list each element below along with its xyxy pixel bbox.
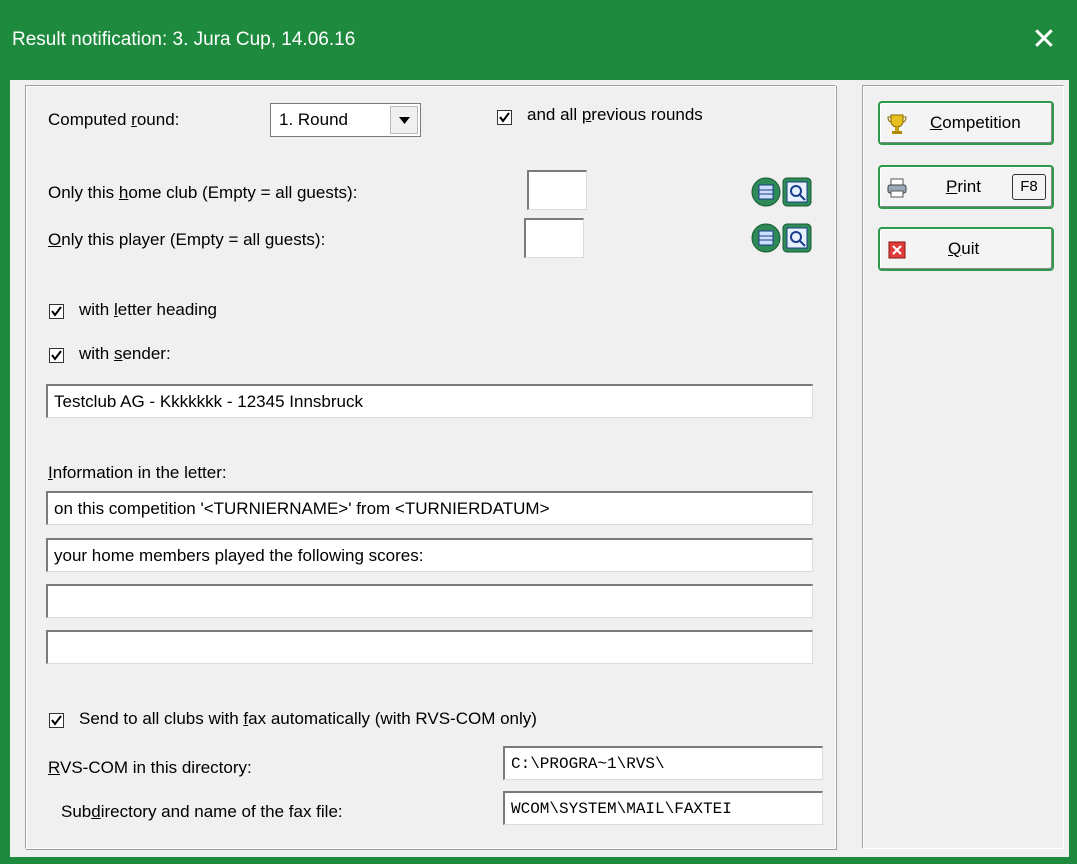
fax-auto-label: Send to all clubs with fax automatically… <box>79 709 537 728</box>
fax-file-label: Subdirectory and name of the fax file: <box>61 802 343 821</box>
close-icon[interactable]: ✕ <box>1011 0 1077 80</box>
sender-input[interactable]: Testclub AG - Kkkkkkk - 12345 Innsbruck <box>46 384 813 418</box>
close-red-icon <box>886 239 908 261</box>
fax-auto-checkbox[interactable] <box>49 713 64 728</box>
print-button[interactable]: Print F8 <box>878 165 1054 209</box>
rvs-dir-input[interactable]: C:\PROGRA~1\RVS\ <box>503 746 823 780</box>
search-icon[interactable] <box>782 177 812 207</box>
fax-file-input[interactable]: WCOM\SYSTEM\MAIL\FAXTEI <box>503 791 823 825</box>
window-frame-right <box>1069 80 1077 864</box>
home-club-label: Only this home club (Empty = all guests)… <box>48 183 358 202</box>
info-line-3-input[interactable] <box>46 584 813 618</box>
title-bar: Result notification: 3. Jura Cup, 14.06.… <box>0 0 1077 80</box>
home-club-input[interactable] <box>527 170 587 210</box>
print-shortcut-badge: F8 <box>1012 174 1046 200</box>
computed-round-value: 1. Round <box>279 110 348 129</box>
chevron-down-icon[interactable] <box>390 106 418 134</box>
info-label: Information in the letter: <box>48 463 227 482</box>
competition-button[interactable]: Competition <box>878 101 1054 145</box>
letter-heading-label: with letter heading <box>79 300 217 319</box>
computed-round-label: Computed round: <box>48 110 180 129</box>
letter-heading-checkbox[interactable] <box>49 304 64 319</box>
window-frame-bottom <box>0 857 1077 864</box>
sender-label: with sender: <box>79 344 171 363</box>
competition-button-label: Competition <box>930 113 1021 132</box>
printer-icon <box>886 177 908 199</box>
player-label: Only this player (Empty = all guests): <box>48 230 326 249</box>
trophy-icon <box>886 113 908 135</box>
computed-round-select[interactable]: 1. Round <box>270 103 421 137</box>
list-icon[interactable] <box>751 223 781 253</box>
window-frame-left <box>0 80 10 864</box>
info-line-1-input[interactable]: on this competition '<TURNIERNAME>' from… <box>46 491 813 525</box>
quit-button-label: Quit <box>948 239 980 258</box>
window-title: Result notification: 3. Jura Cup, 14.06.… <box>12 29 356 50</box>
quit-button[interactable]: Quit <box>878 227 1054 271</box>
info-line-2-input[interactable]: your home members played the following s… <box>46 538 813 572</box>
print-button-label: Print <box>946 177 981 196</box>
info-line-4-input[interactable] <box>46 630 813 664</box>
list-icon[interactable] <box>751 177 781 207</box>
sender-checkbox[interactable] <box>49 348 64 363</box>
all-previous-checkbox[interactable] <box>497 110 512 125</box>
rvs-dir-label: RVS-COM in this directory: <box>48 758 252 777</box>
search-icon[interactable] <box>782 223 812 253</box>
all-previous-label: and all previous rounds <box>527 105 703 124</box>
player-input[interactable] <box>524 218 584 258</box>
